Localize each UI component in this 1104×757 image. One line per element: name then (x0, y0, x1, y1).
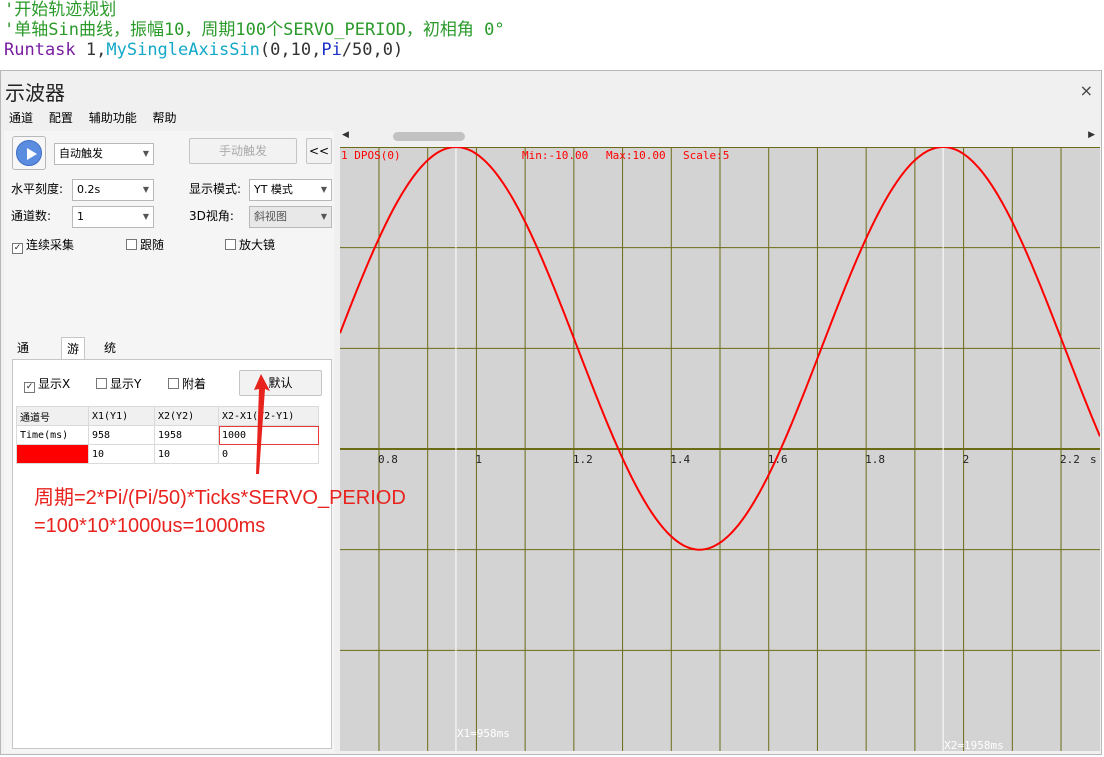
x-unit-label: s (1090, 453, 1097, 466)
table-header: X1(Y1) (88, 406, 155, 426)
hscale-label: 水平刻度: (11, 182, 64, 196)
view3d-select[interactable]: 斜视图 ▼ (249, 206, 332, 228)
show-y-checkbox[interactable]: 显示Y (96, 377, 141, 391)
x-tick-label: 1.8 (865, 453, 885, 466)
chevron-down-icon: ▼ (142, 149, 149, 158)
code-line: Runtask 1,MySingleAxisSin(0,10,Pi/50,0) (4, 40, 1100, 60)
table-header: 通道号 (16, 406, 89, 426)
channels-label: 通道数: (11, 209, 52, 223)
chevron-down-icon: ▼ (320, 185, 327, 194)
hscale-value: 0.2s (77, 183, 101, 196)
continuous-checkbox[interactable]: ✓ 连续采集 (12, 238, 74, 254)
x-tick-label: 1 (475, 453, 482, 466)
x-tick-label: 2 (963, 453, 970, 466)
checkmark-icon: ✓ (24, 382, 35, 393)
show-x-checkbox[interactable]: ✓ 显示X (24, 377, 70, 393)
annotation-note: 周期=2*Pi/(Pi/50)*Ticks*SERVO_PERIOD =100*… (34, 484, 406, 540)
scope-scrollbar[interactable]: ◀ ▶ (339, 129, 1100, 145)
tab-cursor[interactable]: 游标 (61, 337, 86, 378)
scope-scale-label: Scale:5 (683, 149, 729, 162)
arrow-icon (254, 374, 270, 474)
table-cell: 10 (154, 444, 219, 464)
channels-value: 1 (77, 210, 84, 223)
code-pi: Pi (321, 40, 342, 60)
scope-plot: 0.8 1 1.2 1.4 1.6 1.8 2 2.2 s X1=958ms X2=1958ms 1 … (340, 147, 1100, 751)
view3d-value: 斜视图 (254, 210, 287, 223)
code-keyword: Runtask (4, 40, 76, 60)
magnifier-checkbox[interactable]: 放大镜 (225, 238, 275, 252)
annotation-line-2: =100*10*1000us=1000ms (34, 515, 266, 537)
scroll-right-icon[interactable]: ▶ (1088, 130, 1095, 140)
hscale-select[interactable]: 0.2s ▼ (72, 179, 154, 201)
play-icon (16, 140, 42, 166)
scrollbar-thumb[interactable] (393, 132, 465, 141)
table-cell: Time(ms) (16, 425, 89, 445)
collapse-button[interactable]: << (306, 138, 332, 164)
trigger-mode-select[interactable]: 自动触发 ▼ (54, 143, 154, 165)
table-cell: 958 (88, 425, 155, 445)
tab-stats[interactable]: 统计 (99, 337, 121, 377)
magnifier-label: 放大镜 (239, 238, 276, 252)
attach-label: 附着 (182, 377, 207, 391)
trigger-mode-value: 自动触发 (59, 147, 103, 160)
code-comment-1: '开始轨迹规划 (4, 0, 117, 20)
display-mode-select[interactable]: YT 模式 ▼ (249, 179, 332, 201)
scroll-left-icon[interactable]: ◀ (342, 130, 349, 140)
display-mode-label: 显示模式: (189, 182, 242, 196)
show-y-label: 显示Y (110, 377, 142, 391)
cursor-label-x2: X2=1958ms (944, 739, 1004, 751)
table-cell-channel-color: DPOS(0) (16, 444, 89, 464)
code-open: (0,10, (259, 40, 322, 60)
x-tick-label: 0.8 (378, 453, 398, 466)
x-tick-label: 1.2 (573, 453, 593, 466)
chevron-down-icon: ▼ (320, 212, 327, 221)
display-mode-value: YT 模式 (254, 183, 293, 196)
menu-channel[interactable]: 通道 (9, 107, 33, 129)
manual-trigger-button[interactable]: 手动触发 (189, 138, 297, 164)
code-arg: 1, (75, 40, 107, 60)
code-snippet: '开始轨迹规划 '单轴Sin曲线，振幅10，周期100个SERVO_PERIOD… (4, 0, 1100, 70)
follow-label: 跟随 (140, 238, 165, 252)
code-function: MySingleAxisSin (106, 40, 260, 60)
play-button[interactable] (12, 136, 46, 170)
chevron-down-icon: ▼ (142, 185, 149, 194)
chevron-down-icon: ▼ (142, 212, 149, 221)
scope-chart: 0.8 1 1.2 1.4 1.6 1.8 2 2.2 sX1=958msX2=1958ms1 … (340, 147, 1100, 751)
table-cell: 1958 (154, 425, 219, 445)
window-title: 示波器 (5, 81, 65, 105)
scope-max-label: Max:10.00 (606, 149, 666, 162)
view3d-label: 3D视角: (189, 209, 234, 223)
control-panel: 自动触发 ▼ 手动触发 << 水平刻度: 0.2s ▼ 显示模式: YT 模式 … (4, 131, 334, 753)
continuous-label: 连续采集 (26, 238, 75, 252)
code-comment-2: '单轴Sin曲线，振幅10，周期100个SERVO_PERIOD，初相角 0° (4, 20, 505, 40)
close-icon[interactable]: × (1080, 81, 1093, 100)
menu-bar: 通道 配置 辅助功能 帮助 (1, 107, 331, 129)
table-cell: 10 (88, 444, 155, 464)
menu-help[interactable]: 帮助 (153, 107, 177, 129)
attach-checkbox[interactable]: 附着 (168, 377, 206, 391)
follow-checkbox[interactable]: 跟随 (126, 238, 164, 252)
code-rest: /50,0) (341, 40, 404, 60)
scope-min-label: Min:-10.00 (522, 149, 588, 162)
menu-tools[interactable]: 辅助功能 (89, 107, 137, 129)
show-x-label: 显示X (38, 377, 71, 391)
tab-channel[interactable]: 通道号 (12, 337, 34, 399)
cursor-label-x1: X1=958ms (457, 727, 510, 740)
x-tick-label: 2.2 (1060, 453, 1080, 466)
x-tick-label: 1.4 (670, 453, 690, 466)
table-header: X2(Y2) (154, 406, 219, 426)
scope-channel-label: 1 DPOS(0) (341, 149, 401, 162)
menu-config[interactable]: 配置 (49, 107, 73, 129)
annotation-line-1: 周期=2*Pi/(Pi/50)*Ticks*SERVO_PERIOD (34, 487, 406, 509)
checkmark-icon: ✓ (12, 243, 23, 254)
annotation-arrow (254, 374, 270, 474)
channels-select[interactable]: 1 ▼ (72, 206, 154, 228)
